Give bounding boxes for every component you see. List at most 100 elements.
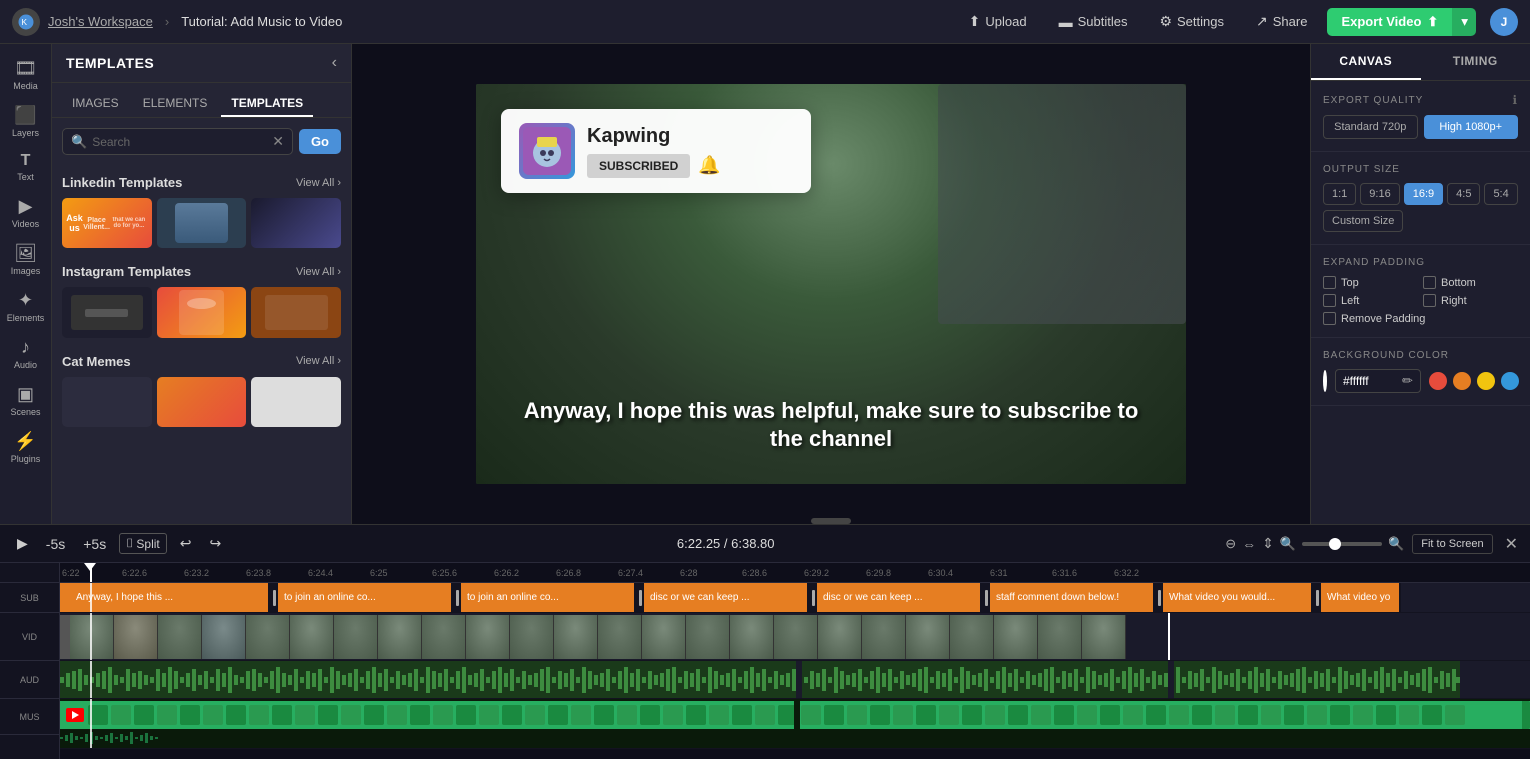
expand-bottom[interactable]: Bottom [1423,276,1518,289]
ruler-mark: 6:23.8 [246,568,308,578]
quality-options: Standard 720p High 1080p+ [1323,115,1518,139]
subtitle-segment-7[interactable]: What video yo [1321,583,1401,612]
sidebar-item-plugins[interactable]: ⚡ Plugins [3,425,49,470]
subtitle-segment-1[interactable]: to join an online co... [278,583,453,612]
tracks-container: SUB VID AUD MUS 6:22 6:22.6 6:23.2 6:23.… [0,563,1530,759]
custom-size-button[interactable]: Custom Size [1323,210,1403,232]
sidebar-item-media[interactable]: 🎞 Media [3,52,49,97]
sidebar-item-scenes[interactable]: ▣ Scenes [3,378,49,423]
tab-images[interactable]: IMAGES [62,91,129,117]
plus5-button[interactable]: +5s [78,533,111,555]
play-button[interactable]: ▶ [12,532,33,555]
expand-left-checkbox[interactable] [1323,294,1336,307]
search-icon: 🔍 [71,134,87,150]
expand-right-checkbox[interactable] [1423,294,1436,307]
expand-top-checkbox[interactable] [1323,276,1336,289]
timeline-scroll[interactable]: 6:22 6:22.6 6:23.2 6:23.8 6:24.4 6:25 6:… [60,563,1530,759]
split-button[interactable]: ⌷ Split [119,533,167,554]
subtitle-segment-6[interactable]: What video you would... [1163,583,1313,612]
export-dropdown-button[interactable]: ▾ [1452,8,1476,36]
subtitle-segment-5[interactable]: staff comment down below.! [990,583,1155,612]
size-4-5-button[interactable]: 4:5 [1447,183,1480,205]
video-background: Kapwing SUBSCRIBED 🔔 Anyway, I hope this… [476,84,1186,484]
search-clear-button[interactable]: ✕ [272,133,284,150]
cat-section-title: Cat Memes [62,354,131,369]
search-input[interactable] [92,135,267,149]
subtitle-segment-4[interactable]: disc or we can keep ... [817,583,982,612]
expand-left[interactable]: Left [1323,294,1418,307]
info-icon[interactable]: ℹ [1512,93,1518,107]
app-logo: K [12,8,40,36]
zoom-slider[interactable] [1302,542,1382,546]
expand-top[interactable]: Top [1323,276,1418,289]
workspace-link[interactable]: Josh's Workspace [48,14,153,29]
fit-to-screen-button[interactable]: Fit to Screen [1412,534,1492,554]
preset-color-red[interactable] [1429,372,1447,390]
expand-right[interactable]: Right [1423,294,1518,307]
search-go-button[interactable]: Go [299,129,341,154]
cat-view-all[interactable]: View All › [296,355,341,367]
quality-standard-button[interactable]: Standard 720p [1323,115,1418,139]
remove-padding[interactable]: Remove Padding [1323,312,1518,325]
template-thumb-insta-3[interactable] [251,287,341,337]
size-9-16-button[interactable]: 9:16 [1360,183,1399,205]
size-1-1-button[interactable]: 1:1 [1323,183,1356,205]
canvas-resize-handle[interactable] [811,518,851,524]
template-thumb-linkedin-2[interactable] [157,198,247,248]
remove-padding-checkbox[interactable] [1323,312,1336,325]
video-frame-strip[interactable] [70,615,1530,659]
instagram-grid [62,287,341,337]
sidebar-item-layers[interactable]: ⬛ Layers [3,99,49,144]
ruler-mark: 6:31 [990,568,1052,578]
sidebar-item-elements[interactable]: ✦ Elements [3,284,49,329]
preset-color-blue[interactable] [1501,372,1519,390]
hex-input[interactable] [1343,374,1398,388]
preset-color-yellow[interactable] [1477,372,1495,390]
share-button[interactable]: ↗ Share [1244,8,1319,35]
sidebar-item-audio[interactable]: ♪ Audio [3,331,49,376]
avatar[interactable]: J [1490,8,1518,36]
subtitles-button[interactable]: ▬ Subtitles [1047,9,1140,35]
bg-color-swatch[interactable] [1323,370,1327,392]
subtitle-segment-3[interactable]: disc or we can keep ... [644,583,809,612]
color-pen-icon[interactable]: ✏ [1402,373,1413,389]
arrows2-icon: ⇕ [1262,535,1274,552]
quality-high-button[interactable]: High 1080p+ [1424,115,1519,139]
template-thumb-cat-3[interactable] [251,377,341,427]
settings-button[interactable]: ⚙ Settings [1147,8,1236,35]
redo-button[interactable]: ↪ [204,532,226,555]
template-thumb-linkedin-3[interactable] [251,198,341,248]
export-video-button[interactable]: Export Video ⬆ [1327,8,1452,36]
tab-canvas[interactable]: CANVAS [1311,44,1421,80]
template-thumb-insta-2[interactable] [157,287,247,337]
sidebar-item-videos[interactable]: ▶ Videos [3,190,49,235]
template-thumb-cat-1[interactable] [62,377,152,427]
preset-colors [1429,372,1519,390]
preset-color-orange[interactable] [1453,372,1471,390]
timeline-content: 6:22 6:22.6 6:23.2 6:23.8 6:24.4 6:25 6:… [60,563,1530,759]
sidebar-item-text[interactable]: T Text [3,146,49,188]
tab-templates[interactable]: TEMPLATES [221,91,313,117]
template-thumb-linkedin-1[interactable]: Ask usPlace Villent...that we can do for… [62,198,152,248]
undo-button[interactable]: ↩ [175,532,197,555]
size-5-4-button[interactable]: 5:4 [1484,183,1517,205]
music-segment[interactable] [60,701,1530,729]
template-thumb-insta-1[interactable] [62,287,152,337]
size-16-9-button[interactable]: 16:9 [1404,183,1443,205]
bg-color-row: ✏ [1323,369,1518,393]
tab-timing[interactable]: TIMING [1421,44,1530,80]
collapse-panel-button[interactable]: ‹ [332,54,337,72]
template-thumb-cat-2[interactable] [157,377,247,427]
minus5-button[interactable]: -5s [41,533,70,555]
linkedin-view-all[interactable]: View All › [296,177,341,189]
instagram-view-all[interactable]: View All › [296,266,341,278]
tab-elements[interactable]: ELEMENTS [133,91,218,117]
subtitle-segment-0[interactable]: Anyway, I hope this ... [70,583,270,612]
expand-bottom-checkbox[interactable] [1423,276,1436,289]
subscribe-button[interactable]: SUBSCRIBED [587,154,690,178]
timeline-close-button[interactable]: ✕ [1505,534,1518,554]
subtitle-segment-2[interactable]: to join an online co... [461,583,636,612]
sidebar-item-images[interactable]: 🖼 Images [3,237,49,282]
bell-icon[interactable]: 🔔 [698,155,720,176]
upload-button[interactable]: ⬆ Upload [957,8,1039,35]
